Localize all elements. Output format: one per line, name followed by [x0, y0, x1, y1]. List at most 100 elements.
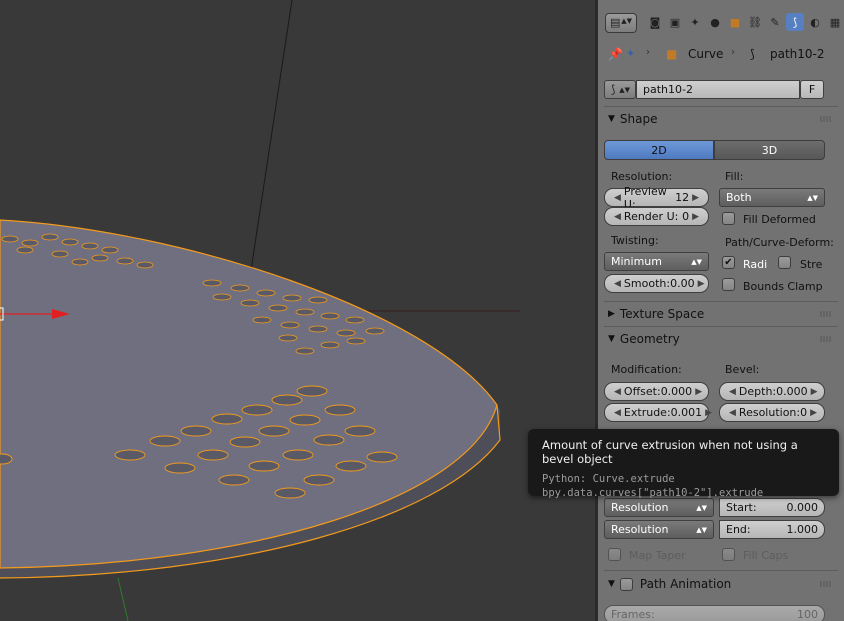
tooltip-path: bpy.data.curves["path10-2"].extrude: [542, 487, 764, 499]
breadcrumb-arrow-icon: ›: [731, 47, 735, 58]
tab-2d[interactable]: 2D: [604, 140, 714, 160]
chevron-updown-icon: ▲▼: [621, 17, 632, 25]
chevron-updown-icon: ▲▼: [696, 525, 707, 534]
chevron-updown-icon: ▲▼: [696, 503, 707, 512]
breadcrumb-curve[interactable]: Curve: [688, 47, 723, 63]
render-u-field[interactable]: ◀ Render U: 0 ▶: [604, 207, 709, 226]
bevel-start-field[interactable]: Start: 0.000: [719, 498, 825, 517]
arrow-right-icon[interactable]: ▶: [698, 279, 705, 289]
pin-icon[interactable]: 📌: [608, 47, 623, 63]
drag-grip-icon[interactable]: [820, 336, 832, 342]
chevron-updown-icon: ▲▼: [691, 257, 702, 266]
smooth-field[interactable]: ◀ Smooth: 0.00 ▶: [604, 274, 709, 293]
chevron-updown-icon: ▲▼: [619, 85, 631, 94]
triangle-right-icon: ▶: [608, 309, 615, 319]
arrow-right-icon[interactable]: ▶: [692, 212, 699, 222]
fill-caps-checkbox[interactable]: [722, 548, 735, 561]
constraints-icon[interactable]: ⛓: [746, 13, 764, 31]
modifiers-icon[interactable]: ✎: [766, 13, 784, 31]
render-icon[interactable]: ◙: [646, 13, 664, 31]
properties-panel: ▤ ▲▼ ◙ ▣ ✦ ● ■ ⛓ ✎ ⟆ ◐ ▦ 📌 ✦ › ■ Curve ›…: [598, 0, 844, 621]
fill-deformed-checkbox[interactable]: [722, 212, 735, 225]
path-animation-checkbox[interactable]: [619, 577, 633, 591]
globe-icon[interactable]: ●: [706, 13, 724, 31]
path-animation-section-header[interactable]: ▼ Path Animation: [598, 573, 844, 595]
context-tabs: ◙ ▣ ✦ ● ■ ⛓ ✎ ⟆ ◐ ▦: [644, 11, 840, 35]
viewport-scene: [0, 0, 520, 621]
resolution-label: Resolution:: [611, 170, 673, 183]
triangle-down-icon: ▼: [608, 334, 615, 344]
vertical-axis-line: [247, 0, 293, 291]
arrow-left-icon[interactable]: ◀: [614, 212, 621, 222]
world-icon[interactable]: ✦: [686, 13, 704, 31]
tooltip: Amount of curve extrusion when not using…: [528, 429, 839, 499]
y-axis-line: [117, 577, 129, 621]
tooltip-title: Amount of curve extrusion when not using…: [542, 438, 798, 466]
material-icon[interactable]: ◐: [806, 13, 824, 31]
arrow-right-icon[interactable]: ▶: [695, 387, 702, 397]
twisting-select[interactable]: Minimum ▲▼: [604, 252, 709, 271]
radius-checkbox[interactable]: ✔: [722, 256, 735, 269]
frames-field[interactable]: Frames: 100: [604, 605, 825, 621]
bevel-end-mapping-select[interactable]: Resolution ▲▼: [604, 520, 714, 539]
drag-grip-icon[interactable]: [820, 311, 832, 317]
breadcrumb-datablock[interactable]: path10-2: [770, 47, 825, 63]
editor-type-icon: ▤: [610, 16, 621, 29]
object-icon[interactable]: ■: [726, 13, 744, 31]
datablock-browse-button[interactable]: ⟆ ▲▼: [604, 80, 636, 99]
arrow-right-icon[interactable]: ▶: [810, 408, 817, 418]
arrow-right-icon[interactable]: ▶: [811, 387, 818, 397]
extrude-field[interactable]: ◀ Extrude: 0.001 ▶: [604, 403, 712, 422]
curve-data-icon[interactable]: ⟆: [786, 13, 804, 31]
object-crumb-icon: ■: [666, 47, 678, 61]
fill-mode-select[interactable]: Both ▲▼: [719, 188, 825, 207]
breadcrumb-arrow-icon: ›: [646, 47, 650, 58]
fake-user-button[interactable]: F: [800, 80, 824, 99]
curve-browse-icon: ⟆: [611, 83, 616, 96]
bevel-end-field[interactable]: End: 1.000: [719, 520, 825, 539]
stretch-checkbox[interactable]: [778, 256, 791, 269]
bounds-clamp-checkbox[interactable]: [722, 278, 735, 291]
texture-space-section-header[interactable]: ▶ Texture Space: [598, 303, 844, 325]
map-taper-checkbox[interactable]: [608, 548, 621, 561]
modification-label: Modification:: [611, 363, 682, 376]
radius-label: Radi: [743, 258, 768, 271]
bounds-clamp-label: Bounds Clamp: [743, 280, 823, 293]
arrow-left-icon[interactable]: ◀: [729, 408, 736, 418]
editor-type-button[interactable]: ▤ ▲▼: [605, 13, 637, 33]
curve-crumb-icon: ⟆: [750, 47, 755, 61]
bevel-label: Bevel:: [725, 363, 760, 376]
drag-grip-icon[interactable]: [820, 116, 832, 122]
disc-top: [0, 219, 498, 569]
bevel-resolution-field[interactable]: ◀ Resolution: 0 ▶: [719, 403, 825, 422]
triangle-down-icon: ▼: [608, 114, 615, 124]
fill-caps-label: Fill Caps: [743, 549, 789, 562]
arrow-left-icon[interactable]: ◀: [614, 279, 621, 289]
fill-label: Fill:: [725, 170, 744, 183]
preview-u-field[interactable]: ◀ Preview U: 12 ▶: [604, 185, 709, 211]
arrow-left-icon[interactable]: ◀: [614, 408, 621, 418]
shape-section-header[interactable]: ▼ Shape: [598, 108, 844, 130]
map-taper-label: Map Taper: [629, 549, 686, 562]
drag-grip-icon[interactable]: [820, 581, 832, 587]
scene-icon[interactable]: ▣: [666, 13, 684, 31]
arrow-left-icon[interactable]: ◀: [614, 193, 621, 203]
arrow-left-icon[interactable]: ◀: [729, 387, 736, 397]
scene-context-icon: ✦: [626, 47, 636, 60]
tab-3d[interactable]: 3D: [714, 140, 825, 160]
texture-icon[interactable]: ▦: [826, 13, 844, 31]
geometry-section-header[interactable]: ▼ Geometry: [598, 328, 844, 350]
arrow-left-icon[interactable]: ◀: [614, 387, 621, 397]
path-deform-label: Path/Curve-Deform:: [725, 236, 834, 249]
twisting-label: Twisting:: [611, 234, 659, 247]
datablock-name-field[interactable]: path10-2: [636, 80, 800, 99]
3d-viewport[interactable]: [0, 0, 598, 621]
arrow-right-icon[interactable]: ▶: [692, 193, 699, 203]
stretch-label: Stre: [800, 258, 823, 271]
arrow-right-icon[interactable]: ▶: [705, 408, 712, 418]
tooltip-python: Python: Curve.extrude: [542, 473, 675, 485]
bevel-start-mapping-select[interactable]: Resolution ▲▼: [604, 498, 714, 517]
offset-field[interactable]: ◀ Offset: 0.000 ▶: [604, 382, 709, 401]
fill-deformed-label: Fill Deformed: [743, 213, 816, 226]
bevel-depth-field[interactable]: ◀ Depth: 0.000 ▶: [719, 382, 825, 401]
